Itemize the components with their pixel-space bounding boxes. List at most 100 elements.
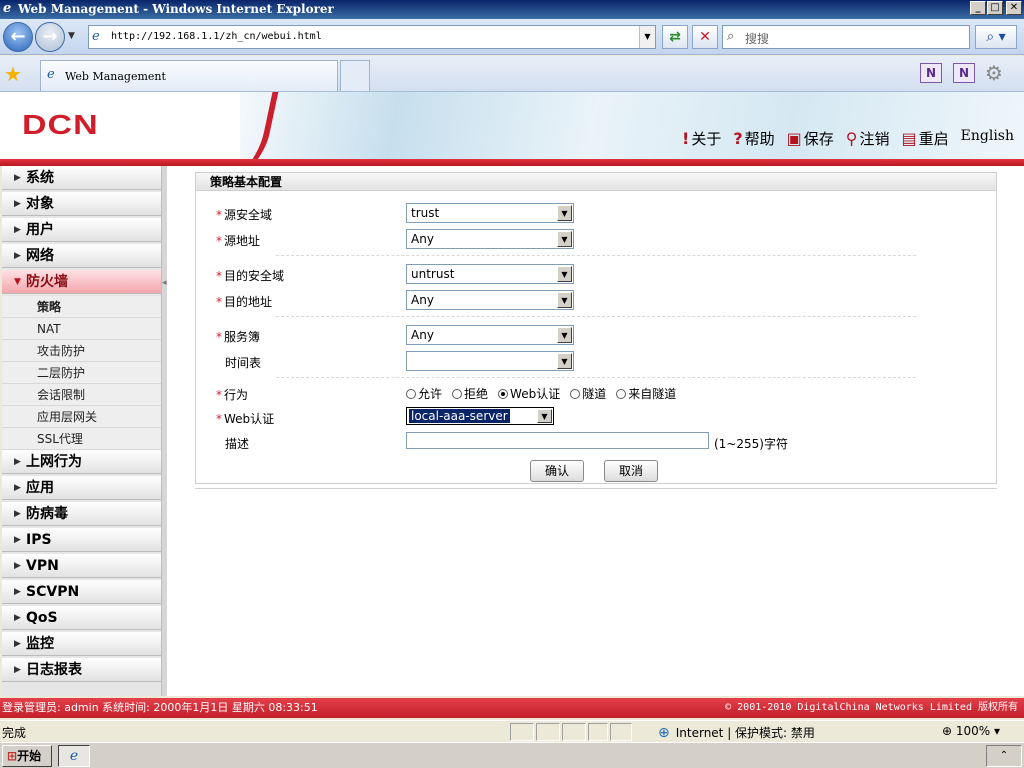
start-button[interactable]: ⊞开始 xyxy=(2,745,52,767)
zoom-level[interactable]: ⊕ 100% ▾ xyxy=(942,724,1000,738)
minimize-button[interactable]: _ xyxy=(970,1,986,15)
menu-item[interactable]: ▼ 防火墙 xyxy=(2,270,161,294)
chevron-down-icon[interactable]: ▼ xyxy=(557,327,572,343)
page-header: DCN ! 关于 ? 帮助 ▣ 保存 ⚲ 注销 ▤ 重启 English xyxy=(0,92,1024,159)
action-radio-group: 允许 拒绝 Web认证 隧道 来自隧道 xyxy=(406,385,676,402)
back-button[interactable]: ← xyxy=(3,22,33,52)
action-radio[interactable]: 隧道 xyxy=(570,385,606,402)
ie-icon: e xyxy=(3,1,12,16)
src-addr-select[interactable]: Any ▼ xyxy=(406,229,574,249)
arrow-right-icon: ▶ xyxy=(14,535,21,545)
tray-expand-icon[interactable]: ⌃ xyxy=(986,745,1022,767)
confirm-button[interactable]: 确认 xyxy=(530,460,584,482)
webauth-label: Web认证 xyxy=(224,412,275,426)
submenu-item[interactable]: SSL代理 xyxy=(2,428,161,450)
header-link-3[interactable]: ⚲ 注销 xyxy=(846,128,890,149)
url-text: http://192.168.1.1/zh_cn/webui.html xyxy=(111,31,322,42)
schedule-select[interactable]: ▼ xyxy=(406,351,574,371)
header-link-1[interactable]: ? 帮助 xyxy=(733,128,774,149)
close-button[interactable]: ✕ xyxy=(1006,1,1022,15)
menu-item[interactable]: ▶ IPS xyxy=(2,528,161,552)
chevron-down-icon[interactable]: ▼ xyxy=(557,292,572,308)
src-zone-select[interactable]: trust ▼ xyxy=(406,203,574,223)
menu-item[interactable]: ▶ QoS xyxy=(2,606,161,630)
menu-item[interactable]: ▶ SCVPN xyxy=(2,580,161,604)
submenu-item[interactable]: 应用层网关 xyxy=(2,406,161,428)
refresh-button[interactable]: ⇄ xyxy=(662,25,688,49)
menu-item[interactable]: ▶ 对象 xyxy=(2,192,161,216)
chevron-down-icon[interactable]: ▼ xyxy=(557,353,572,369)
divider xyxy=(276,377,916,378)
action-radio[interactable]: 来自隧道 xyxy=(616,385,676,402)
header-divider xyxy=(0,159,1024,166)
src-zone-row: * 源安全域 trust ▼ xyxy=(196,203,996,225)
search-placeholder: 搜搜 xyxy=(745,32,770,46)
browser-tab[interactable]: e Web Management xyxy=(40,60,338,91)
taskbar-ie-button[interactable]: e xyxy=(58,745,90,767)
globe-icon: ⊕ xyxy=(658,724,670,741)
page-footer: 登录管理员: admin 系统时间: 2000年1月1日 星期六 08:33:5… xyxy=(0,698,1024,718)
security-zone[interactable]: ⊕ Internet | 保护模式: 禁用 xyxy=(658,724,815,741)
panel-bottom-rule xyxy=(195,488,997,490)
chevron-down-icon[interactable]: ▼ xyxy=(557,266,572,282)
schedule-row: 时间表 ▼ xyxy=(196,351,996,373)
radio-button-icon[interactable] xyxy=(616,388,627,399)
search-button[interactable]: ⌕ ▾ xyxy=(975,25,1017,49)
submenu-item[interactable]: 攻击防护 xyxy=(2,340,161,362)
header-link-2[interactable]: ▣ 保存 xyxy=(787,128,834,149)
zoom-icon: ⊕ xyxy=(942,724,953,738)
radio-button-icon[interactable] xyxy=(498,388,509,399)
maximize-button[interactable]: □ xyxy=(987,1,1003,15)
arrow-right-icon: ▶ xyxy=(14,587,21,597)
onenote-icon[interactable]: N xyxy=(920,63,942,83)
chevron-down-icon[interactable]: ▼ xyxy=(557,231,572,247)
required-mark: * xyxy=(216,412,222,426)
favorites-star-icon[interactable]: ★ xyxy=(4,62,22,86)
address-bar[interactable]: e http://192.168.1.1/zh_cn/webui.html ▼ xyxy=(88,25,656,49)
search-box[interactable]: ⌕ 搜搜 xyxy=(722,25,970,49)
menu-item[interactable]: ▶ 日志报表 xyxy=(2,658,161,682)
submenu-item[interactable]: 会话限制 xyxy=(2,384,161,406)
submenu-item[interactable]: 策略 xyxy=(2,296,161,318)
menu-item[interactable]: ▶ 系统 xyxy=(2,166,161,190)
forward-button[interactable]: → xyxy=(35,22,65,52)
header-link-0[interactable]: ! 关于 xyxy=(682,128,721,149)
menu-item[interactable]: ▶ 网络 xyxy=(2,244,161,268)
webauth-server-select[interactable]: local-aaa-server ▼ xyxy=(406,407,554,425)
cancel-button[interactable]: 取消 xyxy=(604,460,658,482)
header-link-4[interactable]: ▤ 重启 xyxy=(902,128,949,149)
submenu-item[interactable]: NAT xyxy=(2,318,161,340)
action-radio[interactable]: 拒绝 xyxy=(452,385,488,402)
radio-button-icon[interactable] xyxy=(570,388,581,399)
action-radio[interactable]: 允许 xyxy=(406,385,442,402)
arrow-right-icon: ▶ xyxy=(14,639,21,649)
logout-icon: ⚲ xyxy=(845,129,858,148)
action-radio[interactable]: Web认证 xyxy=(498,385,560,402)
new-tab-button[interactable] xyxy=(340,60,370,91)
chevron-down-icon[interactable]: ▼ xyxy=(537,409,552,423)
window-title: Web Management - Windows Internet Explor… xyxy=(18,2,334,16)
onenote-send-icon[interactable]: N xyxy=(953,63,975,83)
history-dropdown-icon[interactable]: ▼ xyxy=(68,31,75,41)
chevron-down-icon[interactable]: ▼ xyxy=(557,205,572,221)
menu-item[interactable]: ▶ 用户 xyxy=(2,218,161,242)
menu-item[interactable]: ▶ VPN xyxy=(2,554,161,578)
dst-addr-select[interactable]: Any ▼ xyxy=(406,290,574,310)
stop-button[interactable]: ✕ xyxy=(692,25,718,49)
address-dropdown-icon[interactable]: ▼ xyxy=(639,26,655,48)
menu-item[interactable]: ▶ 监控 xyxy=(2,632,161,656)
collapse-arrow-icon[interactable]: ◂ xyxy=(162,278,167,288)
radio-button-icon[interactable] xyxy=(452,388,463,399)
submenu-item[interactable]: 二层防护 xyxy=(2,362,161,384)
panel-title: 策略基本配置 xyxy=(196,173,996,191)
search-icon: ⌕ xyxy=(727,29,735,44)
description-input[interactable] xyxy=(406,432,709,449)
dst-zone-select[interactable]: untrust ▼ xyxy=(406,264,574,284)
menu-item[interactable]: ▶ 应用 xyxy=(2,476,161,500)
tools-gear-icon[interactable]: ⚙ xyxy=(985,61,1003,85)
radio-button-icon[interactable] xyxy=(406,388,416,399)
service-select[interactable]: Any ▼ xyxy=(406,325,574,345)
menu-item[interactable]: ▶ 上网行为 xyxy=(2,450,161,474)
menu-item[interactable]: ▶ 防病毒 xyxy=(2,502,161,526)
language-link[interactable]: English xyxy=(961,128,1014,149)
